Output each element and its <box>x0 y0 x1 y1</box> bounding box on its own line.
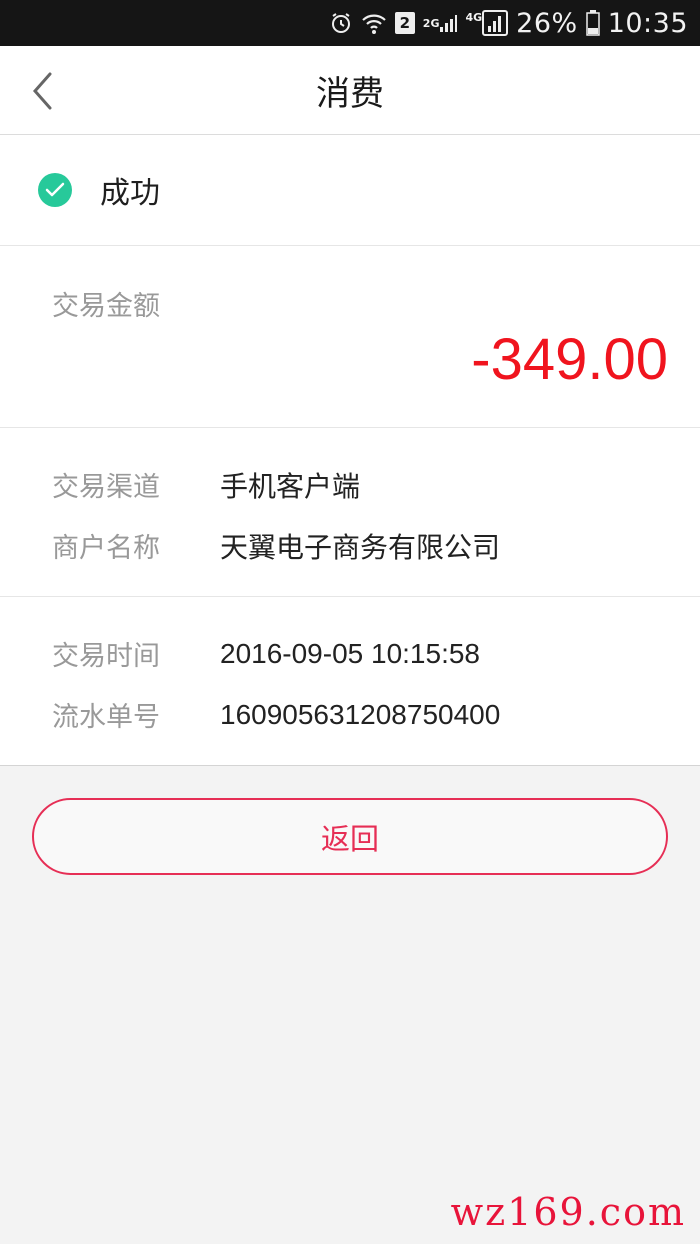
button-area: 返回 <box>0 766 700 875</box>
watermark: wz169.com <box>450 1190 686 1234</box>
battery-icon <box>585 10 600 36</box>
channel-value: 手机客户端 <box>220 470 361 502</box>
transaction-status: 成功 <box>0 135 700 246</box>
time-value: 2016-09-05 10:15:58 <box>220 637 480 669</box>
merchant-label: 商户名称 <box>52 533 160 564</box>
alarm-icon <box>329 11 353 35</box>
clock-time: 10:35 <box>607 7 688 39</box>
wifi-icon <box>361 11 387 35</box>
time-label: 交易时间 <box>52 641 160 672</box>
signal-4g-icon: 4G <box>465 10 509 36</box>
signal-2g-icon: 2G <box>423 13 458 33</box>
time-info-section: 交易时间 2016-09-05 10:15:58 流水单号 1609056312… <box>0 597 700 766</box>
net-4g-label: 4G <box>465 10 483 24</box>
chevron-left-icon <box>32 72 52 110</box>
return-button[interactable]: 返回 <box>32 798 668 875</box>
battery-percent: 26% <box>516 7 578 39</box>
info-row-time: 交易时间 2016-09-05 10:15:58 <box>0 623 700 684</box>
amount-value: -349.00 <box>471 327 668 392</box>
status-bar: 2 2G 4G 26% 10:35 <box>0 0 700 46</box>
info-row-merchant: 商户名称 天翼电子商务有限公司 <box>0 515 700 576</box>
transaction-card: 成功 交易金额 -349.00 交易渠道 手机客户端 商户名称 天翼电子商务有限… <box>0 135 700 766</box>
serial-value: 160905631208750400 <box>220 698 501 730</box>
status-text: 成功 <box>100 176 160 211</box>
net-2g-label: 2G <box>422 16 440 30</box>
page-title: 消费 <box>316 73 384 114</box>
nav-bar: 消费 <box>0 46 700 135</box>
sim-badge: 2 <box>394 12 415 34</box>
channel-label: 交易渠道 <box>52 472 160 503</box>
success-check-icon <box>38 173 72 207</box>
merchant-value: 天翼电子商务有限公司 <box>220 531 501 563</box>
amount-label: 交易金额 <box>52 291 160 322</box>
info-row-serial: 流水单号 160905631208750400 <box>0 684 700 745</box>
amount-section: 交易金额 -349.00 <box>0 246 700 428</box>
back-button[interactable] <box>22 68 62 114</box>
info-row-channel: 交易渠道 手机客户端 <box>0 454 700 515</box>
channel-info-section: 交易渠道 手机客户端 商户名称 天翼电子商务有限公司 <box>0 428 700 597</box>
serial-label: 流水单号 <box>52 702 160 733</box>
